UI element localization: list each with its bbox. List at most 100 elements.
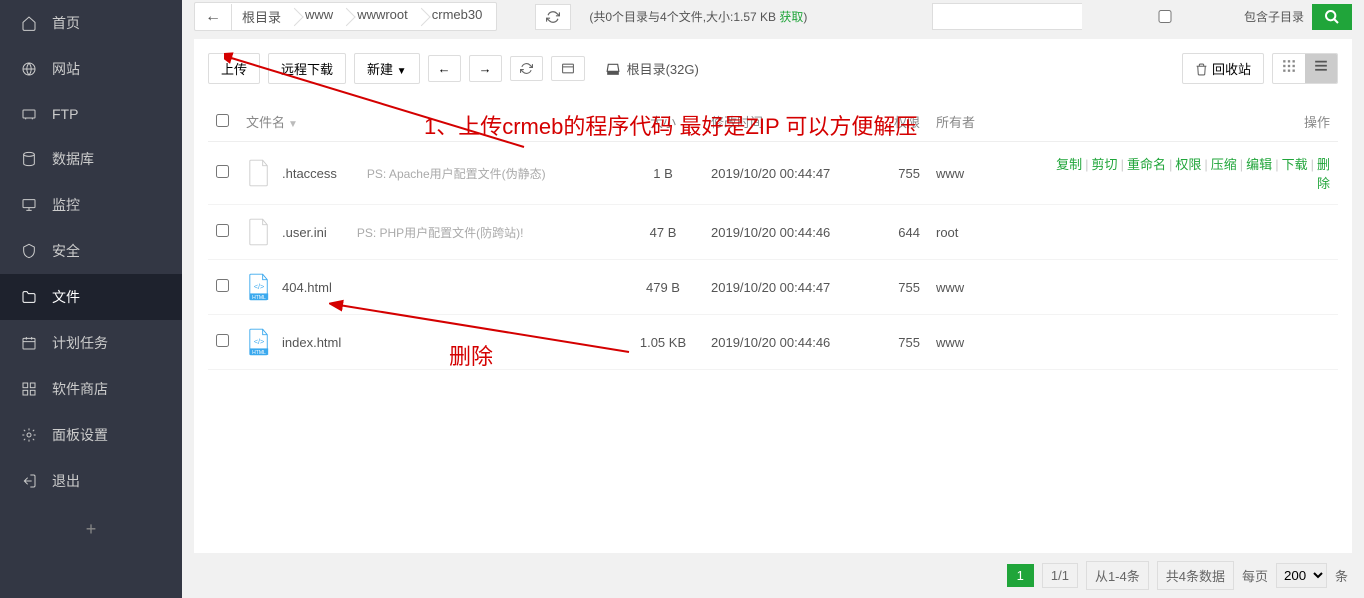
- content-panel: 上传 远程下载 新建 ▼ ← → 根目录(32G): [194, 39, 1352, 553]
- nav-back-button[interactable]: ←: [428, 55, 461, 82]
- list-view-button[interactable]: [1305, 54, 1337, 83]
- action-link[interactable]: 下载: [1282, 157, 1308, 172]
- action-link[interactable]: 压缩: [1211, 157, 1237, 172]
- gear-icon: [20, 426, 38, 444]
- perpage-label: 每页: [1242, 566, 1268, 585]
- svg-text:</>: </>: [254, 337, 265, 346]
- file-mtime: 2019/10/20 00:44:46: [703, 315, 873, 370]
- file-perm: 644: [873, 205, 928, 260]
- file-table: 文件名▼ 大小 修改时间 权限 所有者 操作 .htaccessPS: Apac…: [208, 102, 1338, 370]
- file-perm: 755: [873, 142, 928, 205]
- breadcrumb-item[interactable]: crmeb30: [422, 3, 497, 30]
- new-button[interactable]: 新建 ▼: [354, 53, 420, 84]
- sidebar-item-1[interactable]: 网站: [0, 46, 182, 92]
- table-row[interactable]: </>HTML404.html 479 B 2019/10/20 00:44:4…: [208, 260, 1338, 315]
- sidebar-item-3[interactable]: 数据库: [0, 136, 182, 182]
- file-icon: [246, 217, 272, 247]
- header-name[interactable]: 文件名▼: [238, 102, 623, 142]
- include-subdir-checkbox[interactable]: 包含子目录: [1090, 8, 1304, 25]
- upload-button[interactable]: 上传: [208, 53, 260, 84]
- list-icon: [1314, 59, 1328, 73]
- row-checkbox[interactable]: [216, 334, 229, 347]
- file-owner: www: [928, 142, 1038, 205]
- page-current[interactable]: 1: [1007, 564, 1034, 587]
- page-total: 1/1: [1042, 563, 1078, 588]
- remote-download-button[interactable]: 远程下载: [268, 53, 346, 84]
- sidebar-item-7[interactable]: 计划任务: [0, 320, 182, 366]
- file-desc: PS: Apache用户配置文件(伪静态): [367, 165, 546, 182]
- grid-view-button[interactable]: [1273, 54, 1305, 83]
- sidebar-item-label: 监控: [52, 195, 80, 215]
- sidebar-item-5[interactable]: 安全: [0, 228, 182, 274]
- file-mtime: 2019/10/20 00:44:47: [703, 142, 873, 205]
- action-link[interactable]: 编辑: [1246, 157, 1272, 172]
- trash-icon: [1195, 63, 1208, 76]
- action-link[interactable]: 剪切: [1092, 157, 1118, 172]
- breadcrumb-item[interactable]: www: [295, 3, 347, 30]
- table-row[interactable]: .htaccess PS: Apache用户配置文件(伪静态) 1 B 2019/…: [208, 142, 1338, 205]
- page-count: 共4条数据: [1157, 561, 1234, 590]
- select-all-checkbox[interactable]: [216, 114, 229, 127]
- sidebar-item-label: 计划任务: [52, 333, 108, 353]
- get-size-link[interactable]: 获取: [779, 10, 803, 24]
- refresh-button[interactable]: [535, 4, 571, 30]
- action-link[interactable]: 删除: [1317, 157, 1330, 191]
- sidebar-item-2[interactable]: FTP: [0, 92, 182, 136]
- action-link[interactable]: 重命名: [1127, 157, 1166, 172]
- monitor-icon: [20, 196, 38, 214]
- action-link[interactable]: 复制: [1056, 157, 1082, 172]
- file-name[interactable]: index.html: [282, 335, 341, 350]
- sidebar-item-0[interactable]: 首页: [0, 0, 182, 46]
- globe-icon: [20, 60, 38, 78]
- header-mtime[interactable]: 修改时间: [703, 102, 873, 142]
- sidebar-add-button[interactable]: +: [0, 504, 182, 555]
- home-icon: [20, 14, 38, 32]
- file-perm: 755: [873, 260, 928, 315]
- logout-icon: [20, 472, 38, 490]
- file-perm: 755: [873, 315, 928, 370]
- file-name[interactable]: .user.ini: [282, 225, 327, 240]
- sidebar-item-10[interactable]: 退出: [0, 458, 182, 504]
- file-size: 1 B: [623, 142, 703, 205]
- back-button[interactable]: ←: [195, 4, 232, 30]
- row-checkbox[interactable]: [216, 279, 229, 292]
- breadcrumb-item[interactable]: 根目录: [232, 3, 295, 30]
- topbar: ← 根目录wwwwwwrootcrmeb30 (共0个目录与4个文件,大小:1.…: [194, 0, 1352, 39]
- table-row[interactable]: .user.iniPS: PHP用户配置文件(防跨站)! 47 B 2019/1…: [208, 205, 1338, 260]
- row-checkbox[interactable]: [216, 165, 229, 178]
- search-button[interactable]: [1312, 4, 1352, 30]
- action-link[interactable]: 权限: [1175, 157, 1201, 172]
- row-checkbox[interactable]: [216, 224, 229, 237]
- table-row[interactable]: </>HTMLindex.html 1.05 KB 2019/10/20 00:…: [208, 315, 1338, 370]
- sidebar-item-label: 数据库: [52, 149, 94, 169]
- breadcrumb-item[interactable]: wwwroot: [347, 3, 422, 30]
- header-owner[interactable]: 所有者: [928, 102, 1038, 142]
- file-owner: root: [928, 205, 1038, 260]
- file-mtime: 2019/10/20 00:44:47: [703, 260, 873, 315]
- reload-button[interactable]: [510, 56, 543, 81]
- sidebar-item-label: 面板设置: [52, 425, 108, 445]
- html-file-icon: </>HTML: [246, 327, 272, 357]
- sidebar-item-label: 退出: [52, 471, 80, 491]
- terminal-button[interactable]: [551, 56, 585, 81]
- perpage-select[interactable]: 200: [1276, 563, 1327, 588]
- sidebar-item-9[interactable]: 面板设置: [0, 412, 182, 458]
- search-input[interactable]: [932, 3, 1082, 30]
- sidebar-item-8[interactable]: 软件商店: [0, 366, 182, 412]
- breadcrumb: ← 根目录wwwwwwrootcrmeb30: [194, 2, 497, 31]
- main-panel: ← 根目录wwwwwwrootcrmeb30 (共0个目录与4个文件,大小:1.…: [182, 0, 1364, 598]
- disk-info: 根目录(32G): [605, 59, 699, 78]
- sidebar-item-4[interactable]: 监控: [0, 182, 182, 228]
- disk-icon: [605, 62, 621, 76]
- pagination: 1 1/1 从1-4条 共4条数据 每页 200 条: [194, 553, 1352, 598]
- file-name[interactable]: .htaccess: [282, 166, 337, 181]
- header-size[interactable]: 大小: [623, 102, 703, 142]
- recycle-bin-button[interactable]: 回收站: [1182, 53, 1264, 84]
- sidebar-item-6[interactable]: 文件: [0, 274, 182, 320]
- file-size: 479 B: [623, 260, 703, 315]
- sidebar-item-label: 首页: [52, 13, 80, 33]
- file-name[interactable]: 404.html: [282, 280, 332, 295]
- header-perm[interactable]: 权限: [873, 102, 928, 142]
- nav-forward-button[interactable]: →: [469, 55, 502, 82]
- calendar-icon: [20, 334, 38, 352]
